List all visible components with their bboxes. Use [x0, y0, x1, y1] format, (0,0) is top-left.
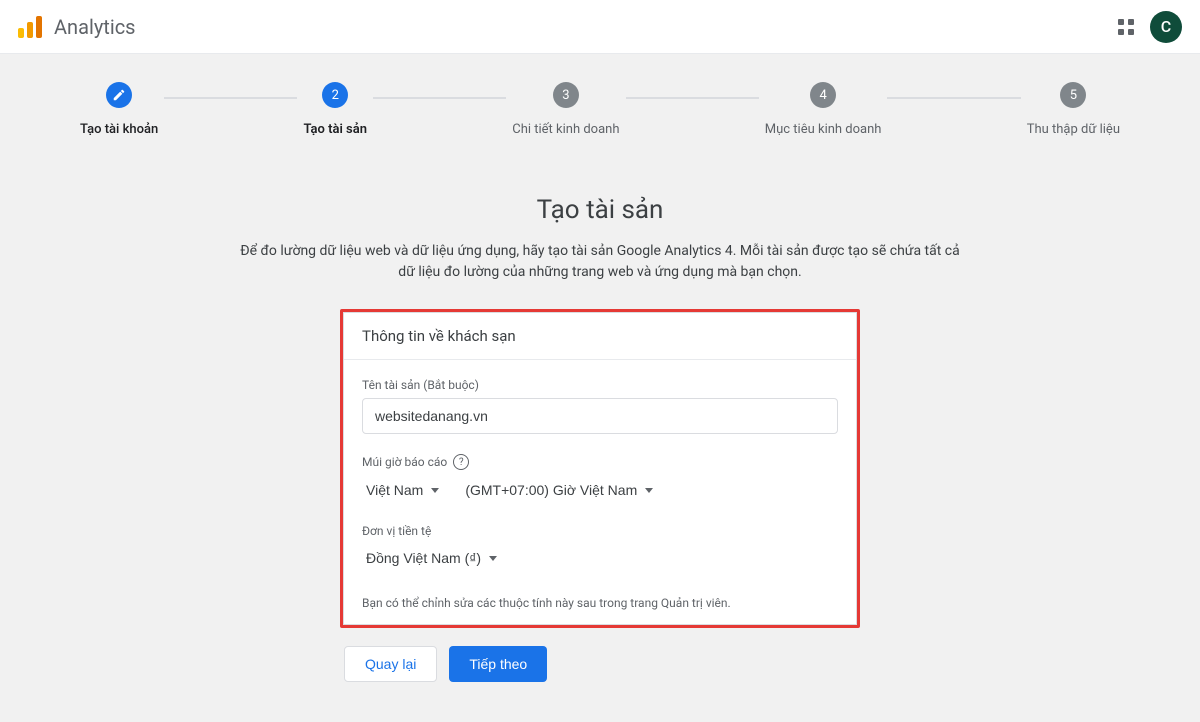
currency-value: Đồng Việt Nam (₫) — [366, 550, 481, 566]
step-line — [887, 97, 1020, 99]
property-form-card: Thông tin về khách sạn Tên tài sản (Bắt … — [340, 309, 860, 628]
stepper: Tạo tài khoản 2 Tạo tài sản 3 Chi tiết k… — [0, 54, 1200, 147]
chevron-down-icon — [645, 488, 653, 493]
back-button[interactable]: Quay lại — [344, 646, 437, 682]
step-label: Thu thập dữ liệu — [1027, 122, 1120, 137]
step-create-account[interactable]: Tạo tài khoản — [80, 82, 158, 137]
step-label: Chi tiết kinh doanh — [512, 122, 619, 137]
step-label: Tạo tài sản — [303, 122, 367, 137]
timezone-label: Múi giờ báo cáo ? — [362, 454, 838, 470]
card-note: Bạn có thể chỉnh sửa các thuộc tính này … — [362, 596, 838, 610]
avatar[interactable]: C — [1150, 11, 1182, 43]
currency-label: Đơn vị tiền tệ — [362, 524, 838, 538]
next-button[interactable]: Tiếp theo — [449, 646, 547, 682]
card-header: Thông tin về khách sạn — [344, 313, 856, 360]
step-circle-pending: 4 — [810, 82, 836, 108]
step-create-property[interactable]: 2 Tạo tài sản — [303, 82, 367, 137]
page-description: Để đo lường dữ liệu web và dữ liệu ứng d… — [240, 241, 960, 283]
step-data-collection[interactable]: 5 Thu thập dữ liệu — [1027, 82, 1120, 137]
workspace: Tạo tài khoản 2 Tạo tài sản 3 Chi tiết k… — [0, 54, 1200, 722]
step-circle-pending: 5 — [1060, 82, 1086, 108]
chevron-down-icon — [431, 488, 439, 493]
step-line — [164, 97, 297, 99]
step-circle-pending: 3 — [553, 82, 579, 108]
step-business-objectives[interactable]: 4 Mục tiêu kinh doanh — [765, 82, 882, 137]
page-title: Tạo tài sản — [0, 195, 1200, 225]
help-icon[interactable]: ? — [453, 454, 469, 470]
app-header: Analytics C — [0, 0, 1200, 54]
app-title: Analytics — [54, 15, 136, 39]
step-line — [373, 97, 506, 99]
step-circle-done — [106, 82, 132, 108]
footer-buttons: Quay lại Tiếp theo — [340, 646, 860, 682]
analytics-logo-icon — [18, 16, 42, 38]
property-name-input[interactable] — [362, 398, 838, 434]
card-body: Tên tài sản (Bắt buộc) Múi giờ báo cáo ?… — [344, 360, 856, 624]
step-business-details[interactable]: 3 Chi tiết kinh doanh — [512, 82, 619, 137]
timezone-label-text: Múi giờ báo cáo — [362, 455, 447, 469]
timezone-offset-value: (GMT+07:00) Giờ Việt Nam — [465, 482, 637, 498]
header-right: C — [1118, 11, 1182, 43]
step-label: Mục tiêu kinh doanh — [765, 122, 882, 137]
property-name-label: Tên tài sản (Bắt buộc) — [362, 378, 838, 392]
apps-grid-icon[interactable] — [1118, 19, 1134, 35]
currency-dropdown[interactable]: Đồng Việt Nam (₫) — [362, 544, 501, 572]
header-left: Analytics — [18, 15, 136, 39]
timezone-country-dropdown[interactable]: Việt Nam — [362, 476, 443, 504]
pencil-icon — [112, 88, 126, 102]
step-line — [626, 97, 759, 99]
timezone-country-value: Việt Nam — [366, 482, 423, 498]
timezone-offset-dropdown[interactable]: (GMT+07:00) Giờ Việt Nam — [461, 476, 657, 504]
step-label: Tạo tài khoản — [80, 122, 158, 137]
step-circle-active: 2 — [322, 82, 348, 108]
chevron-down-icon — [489, 556, 497, 561]
